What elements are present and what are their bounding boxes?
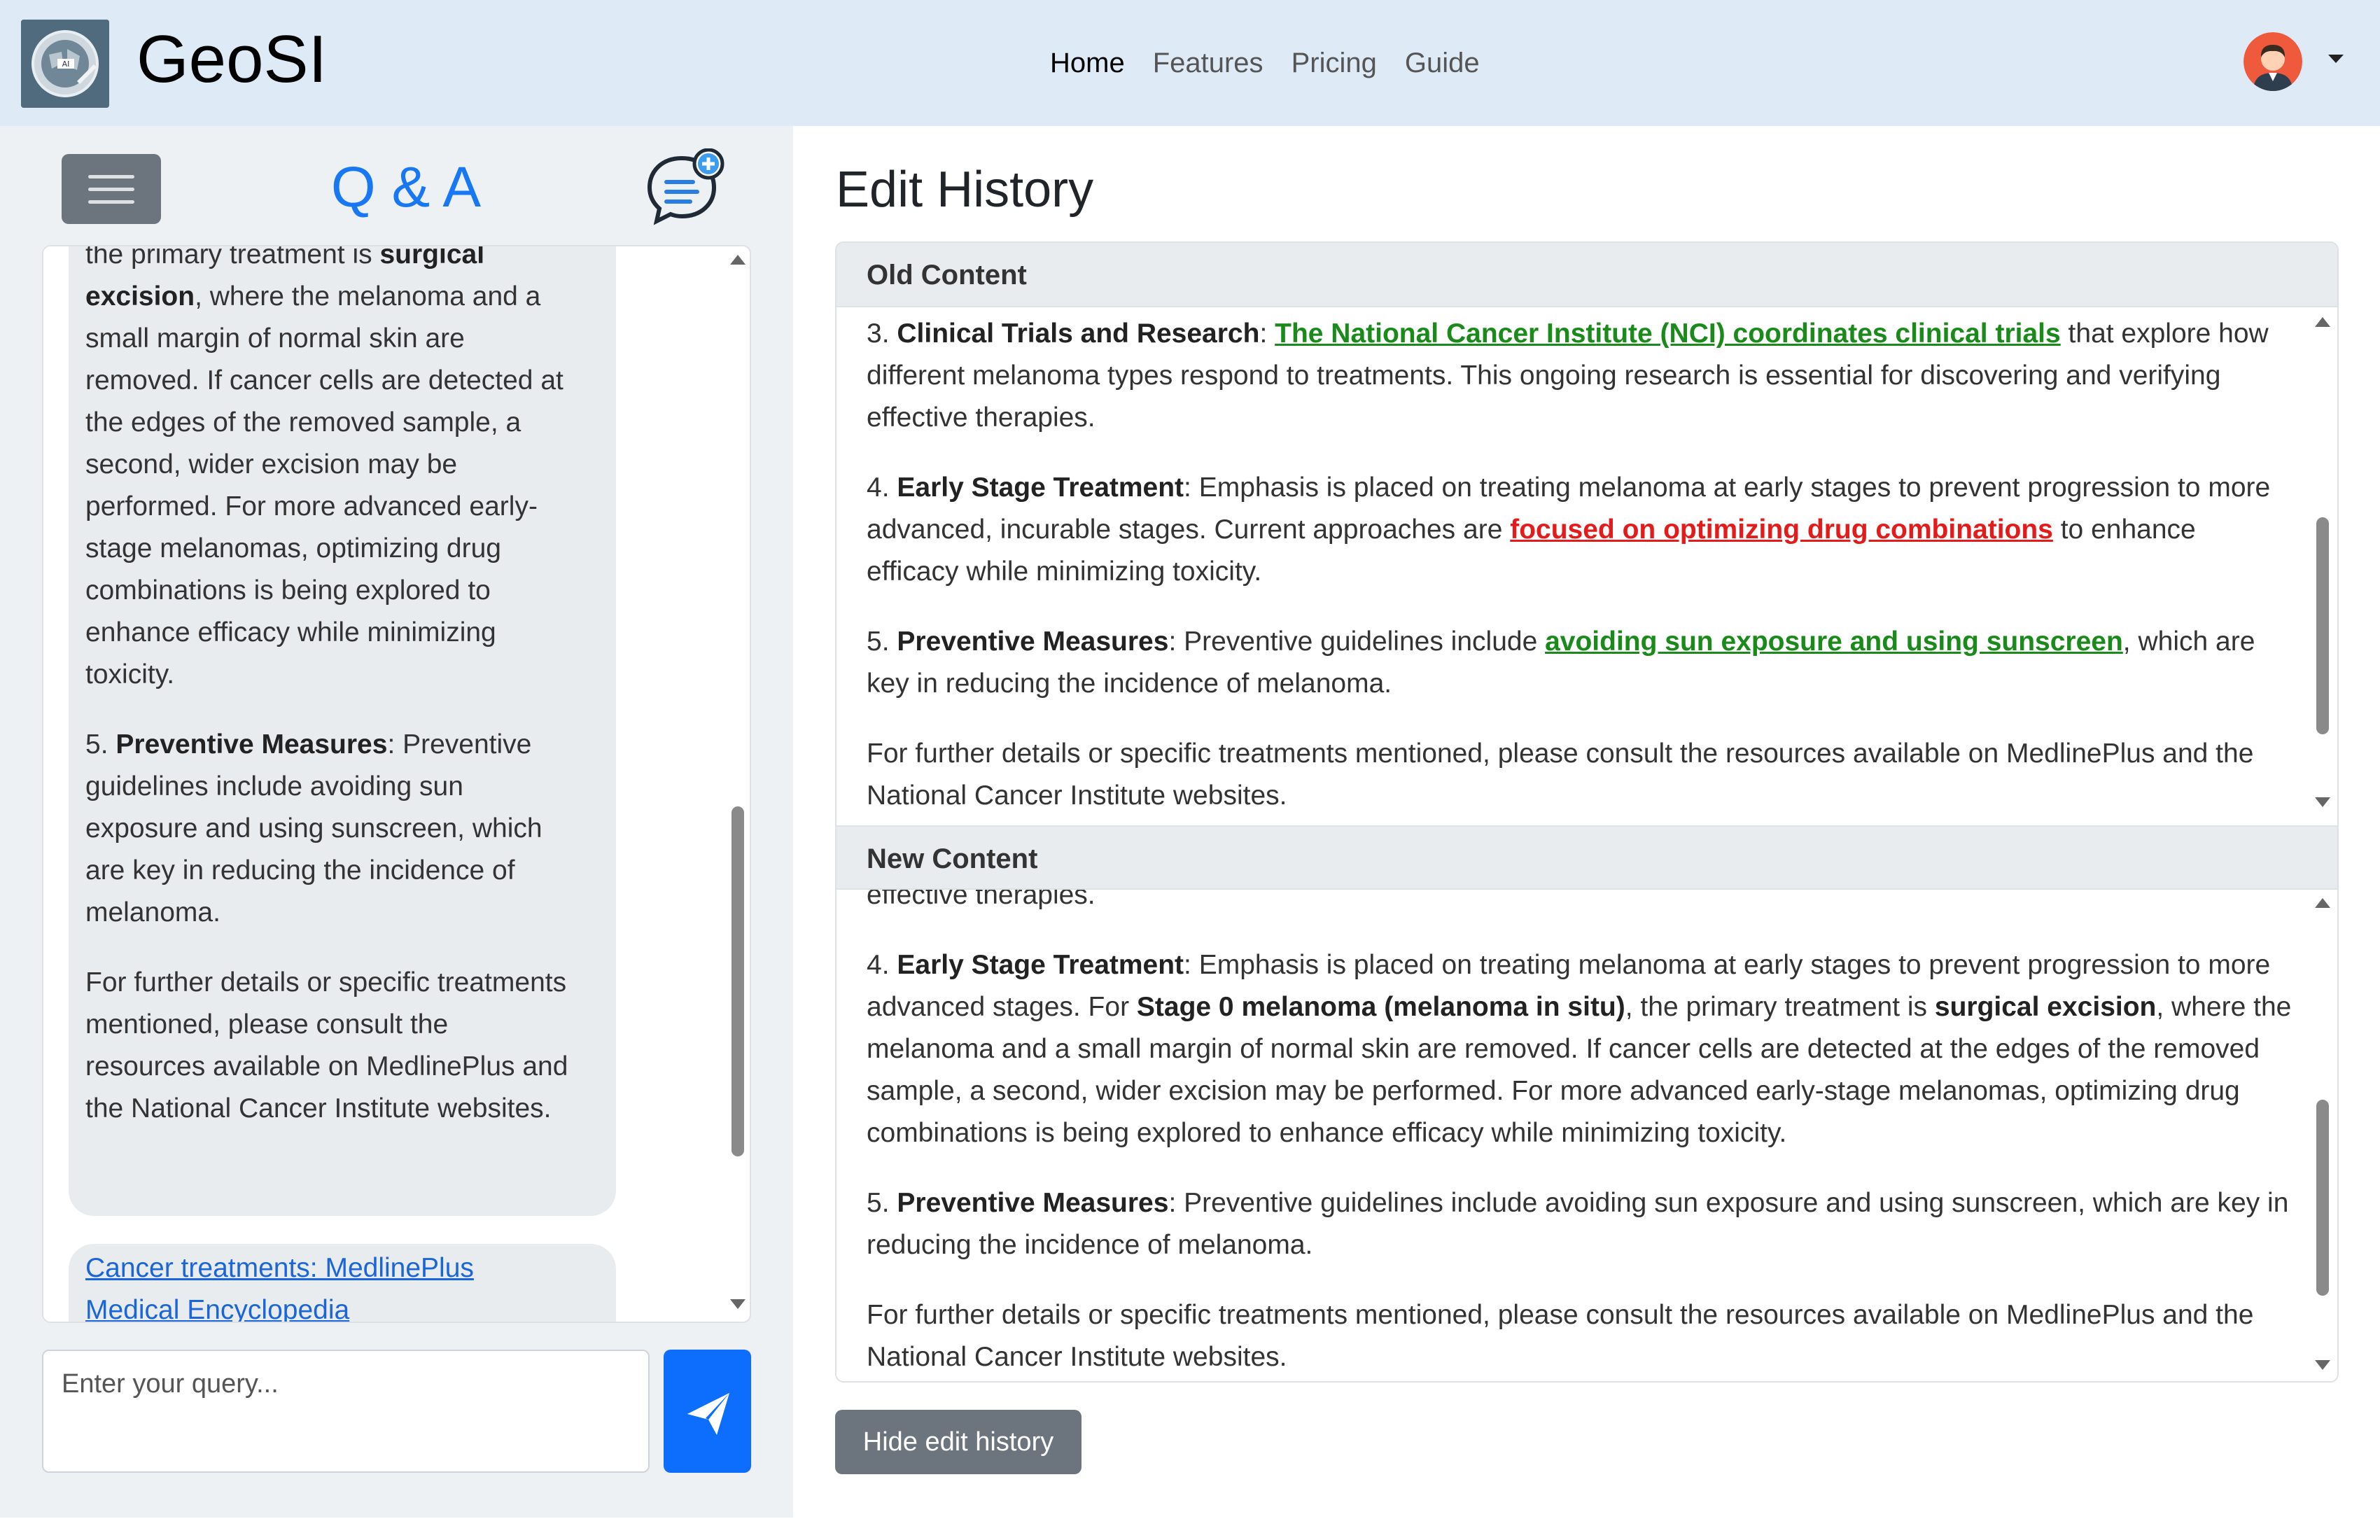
brand-name[interactable]: GeoSI (136, 15, 327, 104)
new-text-run: For further details or specific treatmen… (867, 1300, 2254, 1372)
qa-panel: Q & A the primary treatment is surgical … (0, 126, 793, 1518)
old-added-highlight: avoiding sun exposure and using sunscree… (1545, 626, 2123, 657)
send-button[interactable] (664, 1350, 751, 1473)
app-logo[interactable]: AI (21, 20, 109, 108)
chat-text-run: the primary treatment is (85, 245, 380, 270)
old-text-run: 3. (867, 318, 897, 349)
old-scroll-up-arrow[interactable] (2315, 317, 2330, 327)
old-text-run: For further details or specific treatmen… (867, 738, 2254, 811)
old-paragraph: 4. Early Stage Treatment: Emphasis is pl… (867, 467, 2295, 593)
old-text-run: 5. (867, 626, 897, 657)
hide-edit-history-button[interactable]: Hide edit history (835, 1410, 1082, 1474)
chat-text-run: 5. (85, 729, 116, 760)
query-input[interactable] (42, 1350, 650, 1473)
nav-pricing[interactable]: Pricing (1292, 48, 1377, 79)
new-scrollbar-thumb[interactable] (2316, 1100, 2329, 1296)
new-text-run: 4. (867, 950, 897, 980)
old-content-header: Old Content (836, 243, 2337, 307)
chat-paragraph: For further details or specific treatmen… (85, 962, 575, 1130)
new-scroll-up-arrow[interactable] (2315, 898, 2330, 908)
new-scroll-down-arrow[interactable] (2315, 1360, 2330, 1370)
old-paragraph: For further details or specific treatmen… (867, 733, 2295, 817)
chat-history[interactable]: the primary treatment is surgical excisi… (42, 245, 751, 1323)
old-added-highlight: The National Cancer Institute (NCI) coor… (1275, 318, 2061, 349)
nav-guide[interactable]: Guide (1405, 48, 1480, 79)
new-bold-term: Stage 0 melanoma (melanoma in situ) (1136, 992, 1625, 1022)
chat-text-run: , where the melanoma and a small margin … (85, 281, 564, 690)
hamburger-menu-button[interactable] (62, 154, 161, 224)
nav-home[interactable]: Home (1050, 48, 1125, 79)
new-text-run: , the primary treatment is (1625, 992, 1935, 1022)
svg-text:AI: AI (62, 59, 70, 69)
scroll-down-arrow[interactable] (730, 1299, 746, 1309)
chat-bold-term: Preventive Measures (115, 729, 388, 760)
user-avatar-icon[interactable] (2244, 32, 2302, 91)
new-paragraph: 5. Preventive Measures: Preventive guide… (867, 1182, 2295, 1266)
edit-history-title: Edit History (836, 162, 1094, 218)
new-bold-term: Early Stage Treatment (897, 950, 1184, 980)
paper-plane-send-icon (687, 1393, 729, 1435)
edit-history-card: Old Content 3. Clinical Trials and Resea… (835, 241, 2339, 1382)
old-text-run: : (1259, 318, 1275, 349)
main-nav: Home Features Pricing Guide (1050, 0, 1480, 126)
chat-paragraph: 5. Preventive Measures: Preventive guide… (85, 724, 575, 934)
top-navbar: AI GeoSI Home Features Pricing Guide (0, 0, 2380, 126)
chat-paragraph: the primary treatment is surgical excisi… (85, 245, 575, 696)
old-removed-highlight: focused on optimizing drug combinations (1510, 514, 2053, 545)
nav-features[interactable]: Features (1153, 48, 1264, 79)
new-paragraph: 4. Early Stage Treatment: Emphasis is pl… (867, 944, 2295, 1154)
new-text-run: : The National Cancer Institute (NCI) co… (867, 890, 1096, 910)
scroll-up-arrow[interactable] (730, 255, 746, 265)
old-content-text: 3. Clinical Trials and Research: The Nat… (867, 313, 2295, 825)
new-bold-term: Preventive Measures (897, 1188, 1169, 1218)
new-paragraph: 3. Clinical Trials and Research: The Nat… (867, 890, 2295, 916)
qa-title: Q & A (330, 155, 482, 219)
source-link[interactable]: Cancer treatments: MedlinePlus Medical E… (85, 1247, 575, 1322)
old-bold-term: Preventive Measures (897, 626, 1169, 657)
old-bold-term: Early Stage Treatment (897, 472, 1184, 503)
caret-down-icon[interactable] (2328, 55, 2344, 63)
new-chat-bubble-icon[interactable] (644, 148, 728, 227)
old-paragraph: 5. Preventive Measures: Preventive guide… (867, 621, 2295, 705)
new-content-body[interactable]: 3. Clinical Trials and Research: The Nat… (836, 890, 2337, 1381)
new-content-text: 3. Clinical Trials and Research: The Nat… (867, 890, 2295, 1381)
old-text-run: 4. (867, 472, 897, 503)
assistant-message-text: the primary treatment is surgical excisi… (85, 245, 575, 1158)
old-text-run: : Preventive guidelines include (1168, 626, 1546, 657)
old-paragraph: 3. Clinical Trials and Research: The Nat… (867, 313, 2295, 439)
logo-icon: AI (21, 20, 109, 108)
new-text-run: 5. (867, 1188, 897, 1218)
new-paragraph: For further details or specific treatmen… (867, 1294, 2295, 1378)
chat-text-run: For further details or specific treatmen… (85, 967, 568, 1124)
old-bold-term: Clinical Trials and Research (897, 318, 1260, 349)
new-bold-term: surgical excision (1934, 992, 2157, 1022)
new-content-header: New Content (836, 825, 2337, 890)
chat-scrollbar-thumb[interactable] (732, 806, 744, 1156)
old-scrollbar-thumb[interactable] (2316, 517, 2329, 734)
old-content-body[interactable]: 3. Clinical Trials and Research: The Nat… (836, 307, 2337, 825)
old-scroll-down-arrow[interactable] (2315, 797, 2330, 807)
